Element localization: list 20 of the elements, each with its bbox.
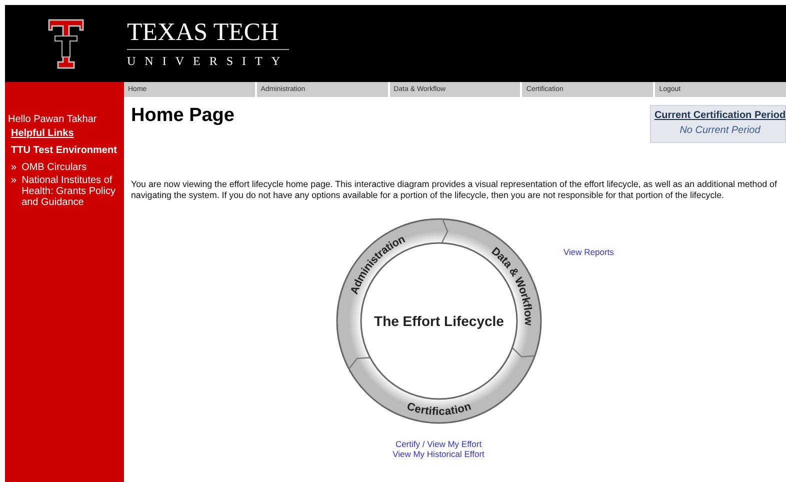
university-subtitle: UNIVERSITY — [127, 54, 289, 68]
bullet: » — [11, 175, 17, 188]
intro-text: You are now viewing the effort lifecycle home page. This interactive diagram provides a visual representation of the effort lifecycle, as well as an additional method of navigating the system. If you do not have any options available for a portion of the lifecycle, then you are not responsible for that portion of the lifecycle. — [131, 179, 778, 201]
sidebar-link[interactable]: National Institutes of Health: Grants Policy and Guidance — [22, 175, 121, 208]
segment-label[interactable]: Certification — [404, 400, 472, 418]
logo-icon — [47, 18, 85, 70]
greeting: Hello Pawan Takhar — [8, 114, 98, 126]
period-value: No Current Period — [680, 125, 760, 136]
report-link[interactable]: View Reports — [564, 247, 614, 257]
university-name: TEXAS TECH — [127, 18, 289, 50]
environment-label: TTU Test Environment — [10, 145, 118, 157]
lifecycle-ring-drawing[interactable] — [336, 218, 542, 424]
diagram-title: The Effort Lifecycle — [374, 313, 504, 329]
page-title: Home Page — [131, 105, 234, 127]
effort-link[interactable]: View My Historical Effort — [392, 449, 484, 459]
helpful-links-heading[interactable]: Helpful Links — [8, 128, 121, 140]
effort-link[interactable]: Certify / View My Effort — [395, 439, 482, 449]
sidebar-link[interactable]: OMB Circulars — [22, 162, 87, 173]
bullet: » — [11, 162, 17, 173]
period-title: Current Certification Period — [654, 110, 786, 121]
